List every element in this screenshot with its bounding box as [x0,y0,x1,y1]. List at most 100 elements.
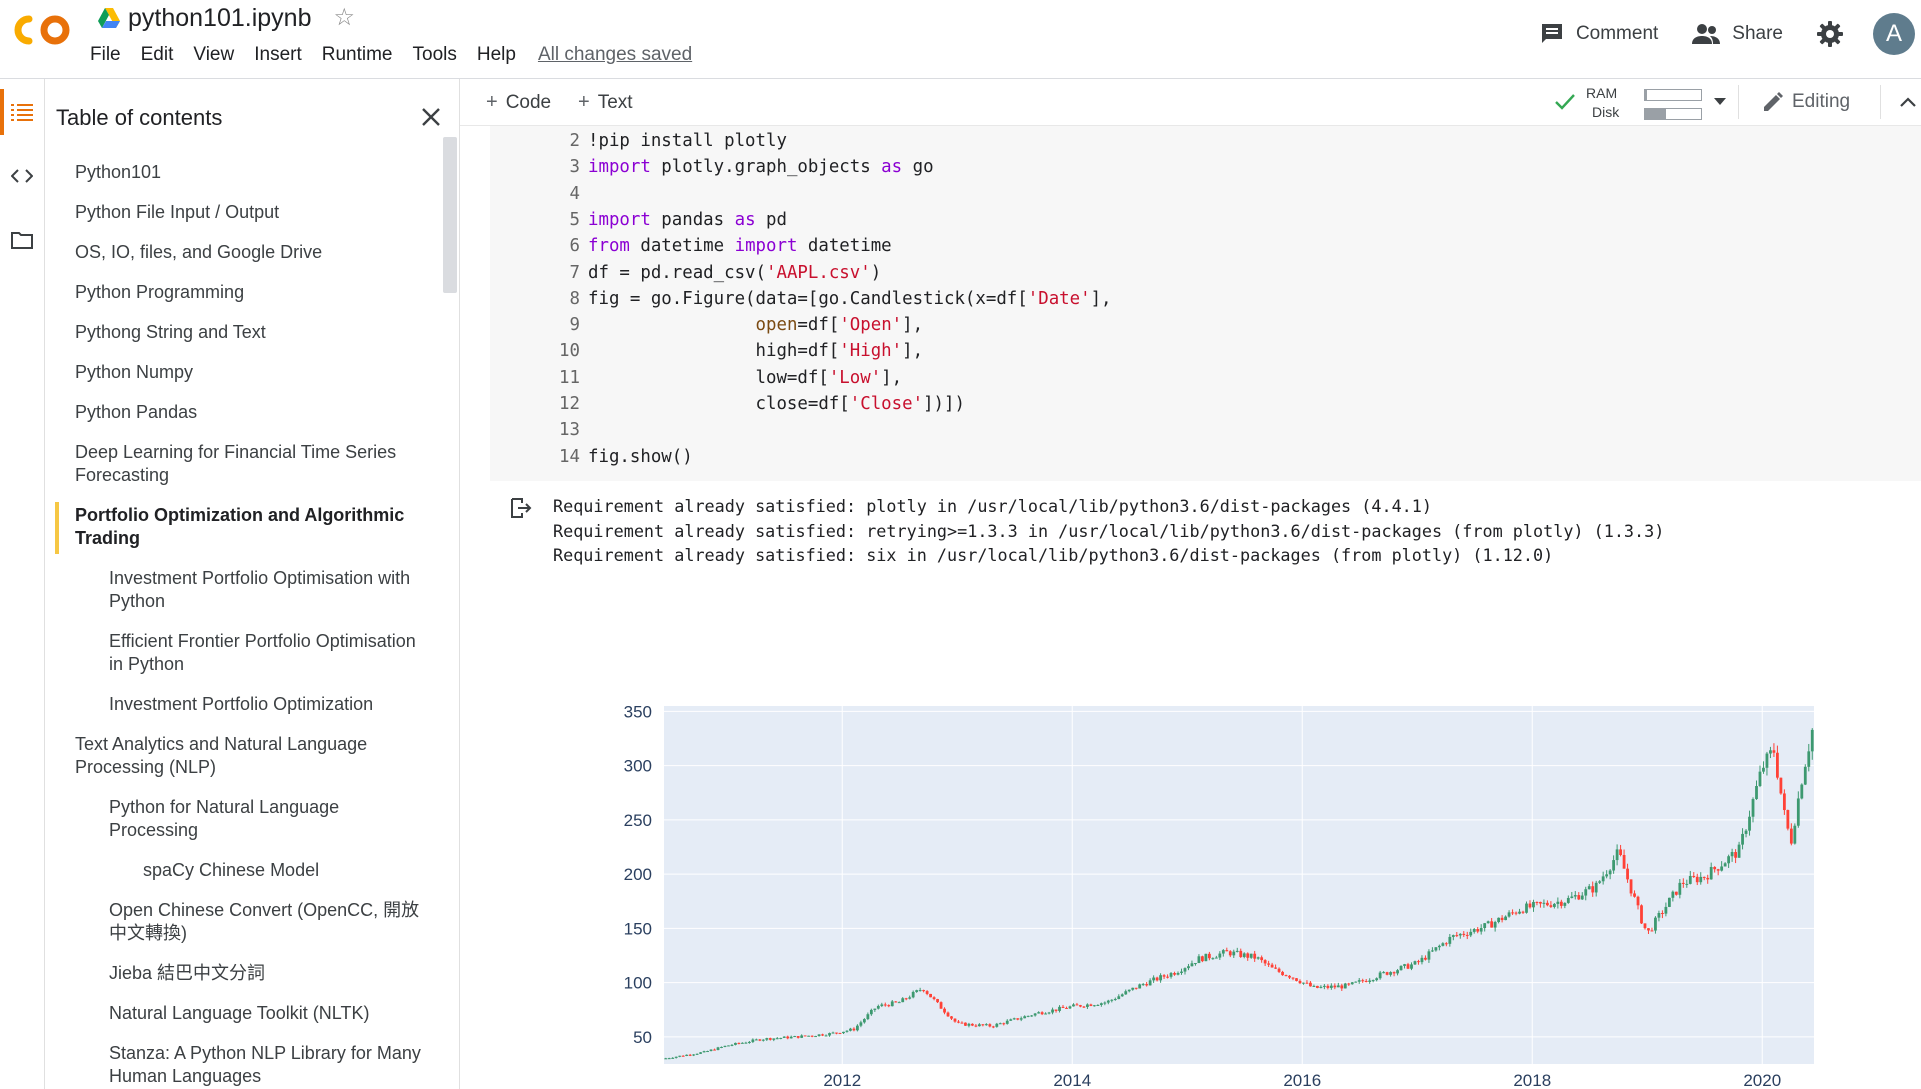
toc-scrollbar[interactable] [443,137,457,293]
candle-body [1528,903,1532,908]
candle-body [692,1054,696,1056]
toc-item[interactable]: Natural Language Toolkit (NLTK) [45,1002,440,1025]
toc-item[interactable]: OS, IO, files, and Google Drive [45,241,440,264]
notebook-title[interactable]: python101.ipynb [128,4,311,33]
code-cell-editor[interactable]: 2 !pip install plotly 3 import plotly.graph… [490,126,1921,481]
toc-item[interactable]: Python File Input / Output [45,201,440,224]
x-tick-label: 2018 [1513,1071,1551,1089]
candle-body [1357,980,1361,982]
candle-body [1587,886,1591,890]
candle-body [1622,855,1626,869]
save-status-link[interactable]: All changes saved [538,44,692,66]
candle-body [1033,1013,1037,1016]
menu-runtime[interactable]: Runtime [322,44,393,66]
menu-bar: File Edit View Insert Runtime Tools Help… [90,44,712,66]
toc-item[interactable]: Python Pandas [45,401,440,424]
google-drive-icon[interactable] [98,8,120,28]
candle-body [1256,957,1260,959]
code-snippets-button[interactable] [8,162,36,190]
candle-body [1061,1006,1065,1008]
candle-body [1455,935,1459,937]
code-text: import plotly.graph_objects as go [588,157,934,178]
candle-body [1598,881,1602,883]
candle-body [883,1004,887,1006]
candle-body [1779,777,1783,794]
settings-button[interactable] [1817,21,1843,47]
candle-body [1329,985,1333,988]
colab-logo[interactable] [12,12,72,48]
files-button[interactable] [8,226,36,254]
toc-toggle-button[interactable] [8,98,36,126]
toc-item[interactable]: Python101 [45,161,440,184]
toc-item[interactable]: Open Chinese Convert (OpenCC, 開放中文轉換) [45,899,440,945]
candle-body [1309,982,1312,987]
candle-body [824,1035,828,1037]
toc-close-button[interactable] [415,101,447,133]
toc-item[interactable]: Python Numpy [45,361,440,384]
candle-body [800,1035,804,1038]
menu-insert[interactable]: Insert [254,44,302,66]
candle-body [1396,970,1399,974]
candle-body [981,1024,985,1026]
candle-body [1692,875,1696,877]
comment-button[interactable]: Comment [1540,22,1658,46]
code-text: df = pd.read_csv('AAPL.csv') [588,262,882,283]
candle-body [967,1023,971,1026]
menu-view[interactable]: View [193,44,234,66]
candle-body [1173,973,1176,975]
menu-help[interactable]: Help [477,44,516,66]
folder-icon [11,232,33,249]
toc-item[interactable]: Python for Natural Language Processing [45,796,440,842]
candle-body [1180,971,1183,973]
candle-body [971,1023,974,1026]
chevron-up-icon[interactable] [1900,97,1916,107]
candle-body [831,1032,835,1034]
code-text: fig.show() [588,446,693,467]
toc-item[interactable]: Deep Learning for Financial Time Series … [45,441,440,487]
add-text-button[interactable]: + Text [578,91,633,114]
menu-tools[interactable]: Tools [413,44,457,66]
toc-item[interactable]: Text Analytics and Natural Language Proc… [45,733,440,779]
dropdown-arrow-icon[interactable] [1714,98,1726,106]
candle-body [1465,934,1469,936]
code-text: import pandas as pd [588,209,787,230]
toc-item[interactable]: Portfolio Optimization and Algorithmic T… [45,502,440,554]
add-code-button[interactable]: + Code [486,91,551,114]
menu-edit[interactable]: Edit [141,44,174,66]
candle-body [1148,980,1152,986]
clear-output-icon[interactable] [509,496,533,520]
candle-body [702,1051,706,1053]
candle-body [1713,866,1717,870]
toc-item[interactable]: Investment Portfolio Optimisation with P… [45,567,440,613]
comment-icon [1541,24,1562,43]
candle-body [1253,953,1257,959]
toc-item[interactable]: Investment Portfolio Optimization [45,693,440,716]
toc-item[interactable]: Pythong String and Text [45,321,440,344]
candle-body [1389,972,1392,975]
resources-indicator[interactable]: RAM Disk [1554,83,1734,123]
star-icon[interactable]: ☆ [333,6,355,30]
toc-item[interactable]: Python Programming [45,281,440,304]
candle-body [1723,863,1727,867]
editing-mode-button[interactable]: Editing [1762,91,1850,113]
candle-body [1612,860,1616,871]
toc-item[interactable]: spaCy Chinese Model [45,859,440,882]
candle-body [984,1024,988,1026]
candle-body [1364,981,1368,983]
candle-body [1755,786,1758,800]
code-line: 7 df = pd.read_csv('AAPL.csv') [490,260,882,286]
candle-body [1762,767,1765,772]
candle-body [1514,912,1518,914]
toc-item[interactable]: Stanza: A Python NLP Library for Many Hu… [45,1042,440,1088]
account-avatar[interactable]: A [1873,13,1915,55]
candlestick-chart[interactable]: 50 100 150 200 250 300 350 2012 2014 2016 2018 2020 [490,680,1921,1089]
candle-body [1106,1000,1110,1003]
menu-file[interactable]: File [90,44,121,66]
toc-item[interactable]: Efficient Frontier Portfolio Optimisatio… [45,630,440,676]
share-button[interactable]: Share [1692,23,1783,45]
code-line: 3 import plotly.graph_objects as go [490,154,934,180]
candle-body [685,1054,689,1056]
candle-body [1187,966,1190,969]
toc-item[interactable]: Jieba 結巴中文分詞 [45,962,440,985]
candle-body [1103,1002,1107,1004]
